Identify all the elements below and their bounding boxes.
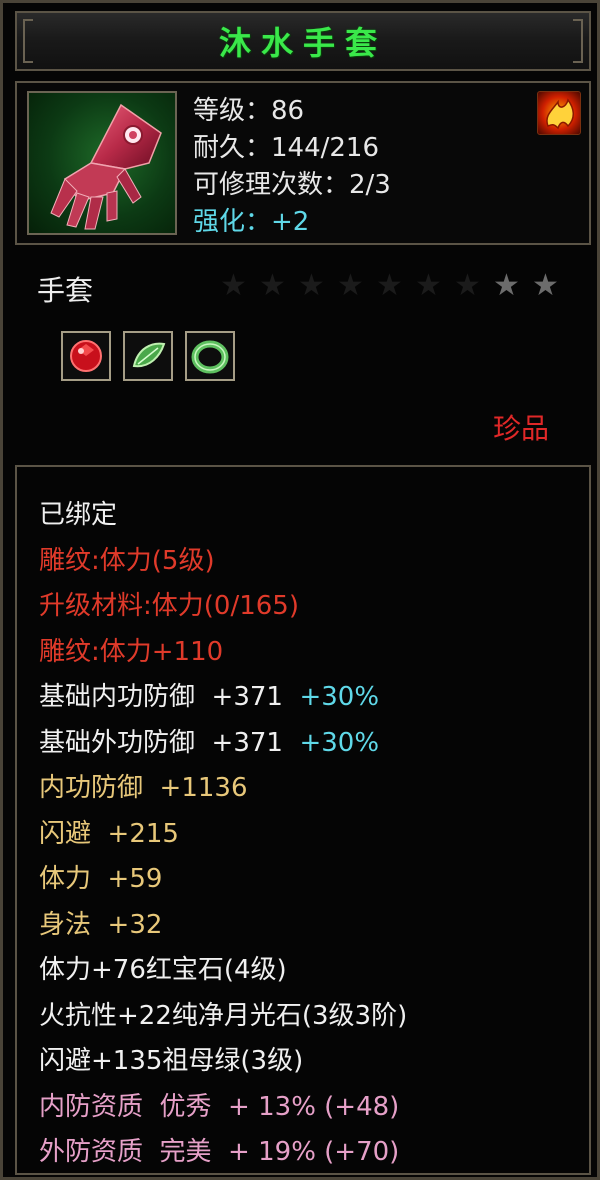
stamina-attr: 体力 +59: [39, 864, 163, 894]
jade-ring-gem-icon[interactable]: [185, 331, 235, 381]
dodge-attr: 闪避 +215: [39, 818, 179, 849]
level-text: 等级：86: [193, 96, 305, 126]
item-tooltip: 沐水手套 等级：86 耐久：144/216 可修理次数：2/3 强化：+2 手套…: [0, 0, 600, 1180]
rarity-label: 珍品: [493, 412, 550, 445]
base-outer-def-attr: 基础外功防御 +371 +30%: [39, 721, 407, 767]
bound-status: 已绑定: [39, 500, 118, 530]
agility-attr: 身法 +32: [39, 909, 163, 940]
star-icon: ★: [259, 268, 286, 303]
item-type-label: 手套: [37, 274, 94, 307]
carving-attr: 雕纹:体力(5级): [39, 545, 215, 576]
star-icon: ★: [454, 268, 481, 303]
star-icon: ★: [298, 268, 325, 303]
upgrade-material-attr: 升级材料:体力(0/165): [39, 591, 299, 621]
item-stats: 等级：86 耐久：144/216 可修理次数：2/3 强化：+2: [193, 93, 391, 241]
attributes-frame: 已绑定 雕纹:体力(5级) 升级材料:体力(0/165) 雕纹:体力+110 基…: [15, 465, 591, 1175]
star-icon: ★: [220, 268, 247, 303]
base-inner-def-value: 基础内功防御 +371: [39, 682, 283, 712]
gauntlet-icon: [27, 91, 177, 235]
fire-icon: [537, 91, 581, 135]
green-leaf-gem-icon[interactable]: [123, 331, 173, 381]
gem3-attr: 闪避+135祖母绿(3级): [39, 1046, 304, 1076]
ruby-gem-icon[interactable]: [61, 331, 111, 381]
title-bar: 沐水手套: [15, 11, 591, 71]
star-icon-lit: ★: [493, 268, 520, 303]
attributes-list: 已绑定 雕纹:体力(5级) 升级材料:体力(0/165) 雕纹:体力+110 基…: [39, 493, 407, 1176]
inner-quality-attr: 内防资质 优秀 + 13% (+48): [39, 1091, 400, 1122]
durability-text: 耐久：144/216: [193, 133, 380, 163]
base-outer-def-pct: +30%: [299, 727, 380, 758]
carving-bonus-attr: 雕纹:体力+110: [39, 636, 224, 667]
gem1-attr: 体力+76红宝石(4级): [39, 955, 287, 985]
repair-count-text: 可修理次数：2/3: [193, 170, 391, 200]
enhance-text: 强化：+2: [193, 207, 310, 237]
item-info-frame: 等级：86 耐久：144/216 可修理次数：2/3 强化：+2: [15, 81, 591, 245]
base-inner-def-pct: +30%: [299, 682, 380, 712]
title-corner-left: [23, 19, 33, 63]
item-name: 沐水手套: [218, 24, 387, 62]
gem-slots: [61, 331, 235, 381]
star-icon: ★: [376, 268, 403, 303]
star-icon-lit: ★: [532, 268, 559, 303]
base-outer-def-value: 基础外功防御 +371: [39, 727, 283, 758]
title-corner-right: [573, 19, 583, 63]
gem2-attr: 火抗性+22纯净月光石(3级3阶): [39, 1000, 408, 1031]
outer-quality-attr: 外防资质 完美 + 19% (+70): [39, 1137, 400, 1167]
inner-def-attr: 内功防御 +1136: [39, 773, 248, 803]
star-icon: ★: [337, 268, 364, 303]
star-icon: ★: [415, 268, 442, 303]
base-inner-def-attr: 基础内功防御 +371 +30%: [39, 675, 407, 721]
star-rating: ★ ★ ★ ★ ★ ★ ★ ★ ★: [217, 271, 562, 301]
